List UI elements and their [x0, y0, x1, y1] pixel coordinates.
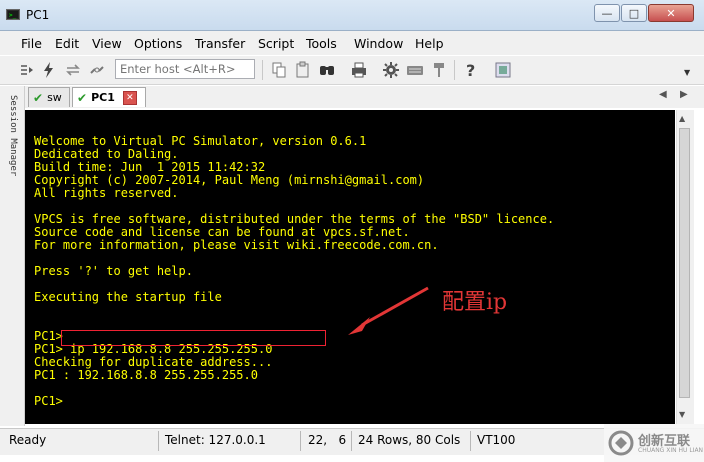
- reconnect-icon[interactable]: [64, 61, 82, 79]
- status-cursor-position: 22, 6: [308, 433, 347, 447]
- menu-options[interactable]: Options: [134, 36, 182, 51]
- close-button[interactable]: ✕: [648, 4, 694, 22]
- status-separator: [470, 431, 471, 451]
- status-terminal-size: 24 Rows, 80 Cols: [358, 433, 461, 447]
- annotation-arrow-icon: [348, 286, 429, 335]
- maximize-icon: □: [628, 6, 640, 20]
- screen-icon[interactable]: [494, 61, 512, 79]
- tab-label: PC1: [91, 91, 115, 104]
- toolbar-separator: [454, 60, 455, 80]
- menu-transfer[interactable]: Transfer: [195, 36, 245, 51]
- tab-close-icon[interactable]: ✕: [122, 90, 137, 105]
- window-title: PC1: [26, 8, 50, 22]
- status-ready: Ready: [9, 433, 47, 447]
- tab-sw[interactable]: ✔ sw: [28, 87, 70, 107]
- sftp-icon[interactable]: [430, 61, 448, 79]
- annotation-label: 配置ip: [442, 290, 508, 315]
- session-manager-label[interactable]: Session Manager: [6, 95, 18, 195]
- toolbar-overflow-icon[interactable]: ▼: [684, 68, 690, 77]
- menu-window[interactable]: Window: [354, 36, 403, 51]
- minimize-icon: —: [601, 6, 613, 20]
- scroll-thumb[interactable]: [679, 128, 690, 398]
- help-icon[interactable]: ?: [462, 61, 480, 79]
- scroll-down-icon[interactable]: ▼: [679, 410, 685, 419]
- tab-prev-icon[interactable]: ◀: [659, 89, 667, 100]
- svg-text:?: ?: [466, 61, 475, 79]
- connect-icon[interactable]: [18, 61, 36, 79]
- app-icon: >_: [6, 9, 20, 20]
- watermark-subtext: CHUANG XIN HU LIAN: [638, 447, 704, 454]
- tab-label: sw: [47, 91, 62, 104]
- scroll-up-icon[interactable]: ▲: [679, 114, 685, 123]
- connected-check-icon: ✔: [33, 90, 44, 105]
- menu-help[interactable]: Help: [415, 36, 444, 51]
- menu-view[interactable]: View: [92, 36, 122, 51]
- tab-pc1[interactable]: ✔ PC1 ✕: [72, 87, 146, 107]
- tab-next-icon[interactable]: ▶: [680, 89, 688, 100]
- maximize-button[interactable]: □: [621, 4, 647, 22]
- status-connection: Telnet: 127.0.0.1: [165, 433, 266, 447]
- quick-connect-icon[interactable]: [40, 61, 58, 79]
- status-separator: [158, 431, 159, 451]
- close-icon: ✕: [666, 6, 676, 20]
- connected-check-icon: ✔: [77, 90, 88, 105]
- keymap-icon[interactable]: [406, 61, 424, 79]
- terminal-output: Welcome to Virtual PC Simulator, version…: [34, 134, 555, 408]
- status-terminal-type: VT100: [477, 433, 516, 447]
- print-icon[interactable]: [350, 61, 368, 79]
- host-input[interactable]: [115, 59, 255, 79]
- copy-icon[interactable]: [270, 61, 288, 79]
- toolbar-separator: [262, 60, 263, 80]
- settings-icon[interactable]: [382, 61, 400, 79]
- menu-script[interactable]: Script: [258, 36, 294, 51]
- status-separator: [351, 431, 352, 451]
- minimize-button[interactable]: —: [594, 4, 620, 22]
- status-bar: [0, 428, 704, 455]
- menu-file[interactable]: File: [21, 36, 42, 51]
- find-icon[interactable]: [318, 61, 336, 79]
- disconnect-icon[interactable]: [88, 61, 106, 79]
- paste-icon[interactable]: [294, 61, 312, 79]
- svg-text:>_: >_: [9, 12, 17, 19]
- menu-tools[interactable]: Tools: [306, 36, 337, 51]
- status-separator: [300, 431, 301, 451]
- menu-edit[interactable]: Edit: [55, 36, 79, 51]
- annotation-highlight-box: [61, 330, 326, 346]
